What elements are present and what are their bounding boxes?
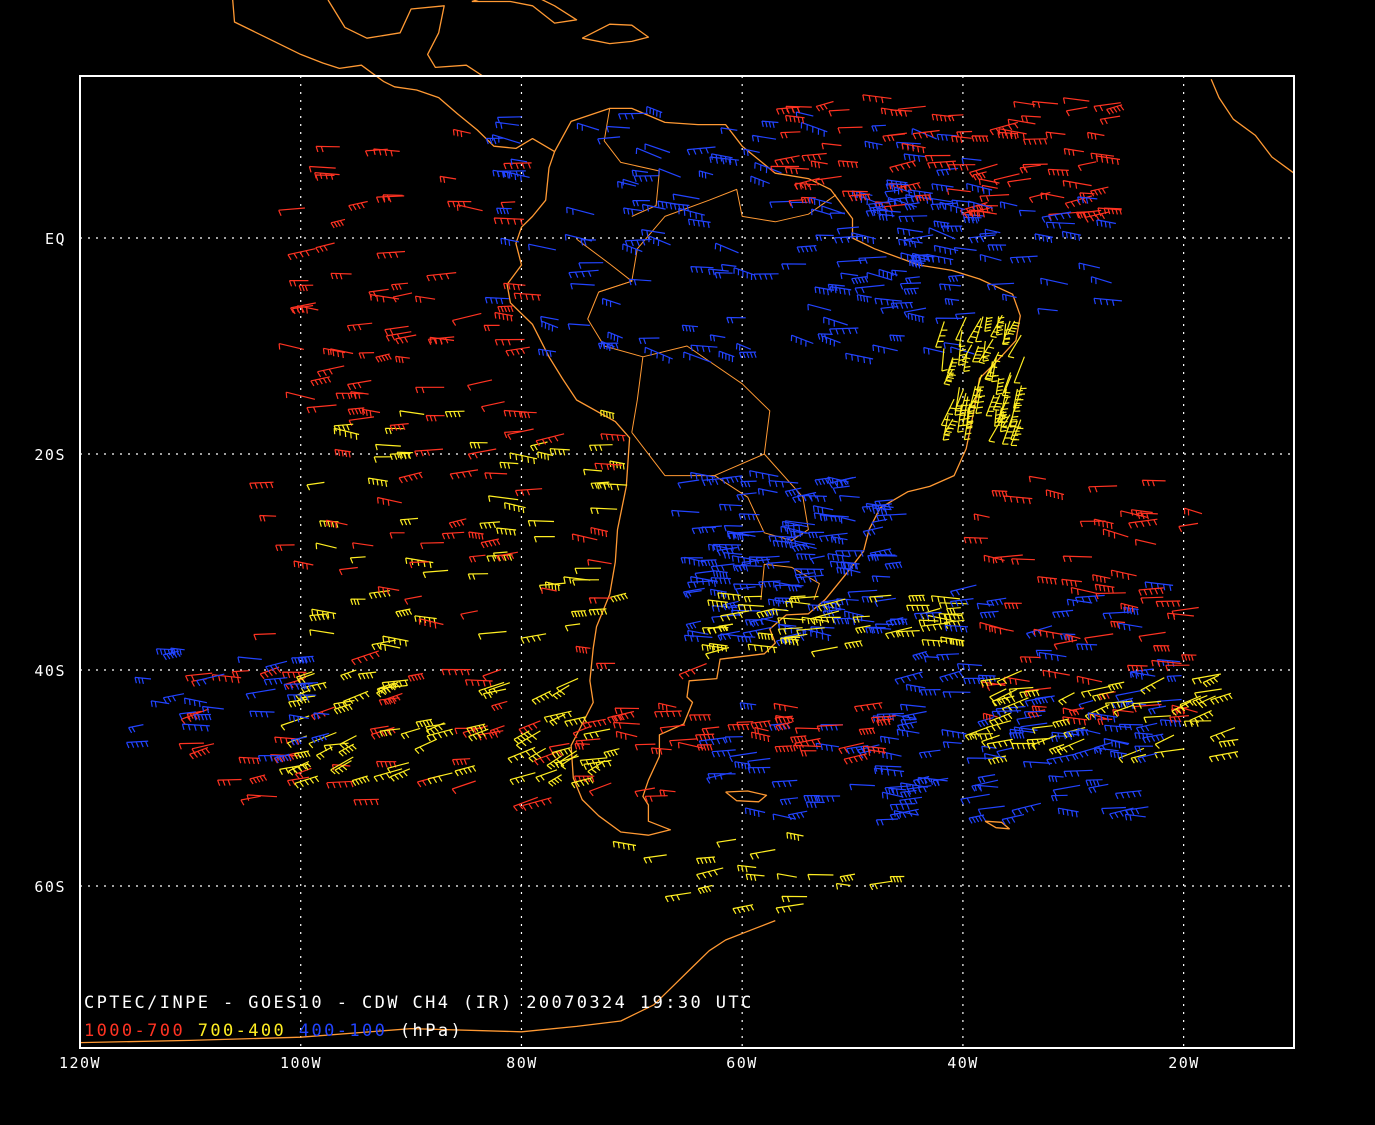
lon-label-40w: 40W [947,1054,979,1072]
legend-mid-range: 700-400 [197,1021,287,1041]
legend-low-range: 1000-700 [84,1021,186,1041]
lat-label-eq: EQ [44,230,66,248]
lon-label-100w: 100W [279,1054,323,1072]
pressure-legend: 1000-700 700-400 400-100 (hPa) [84,1021,463,1041]
legend-high-range: 400-100 [298,1021,388,1041]
lat-label-60s: 60S [34,878,66,896]
lon-label-120w: 120W [58,1054,102,1072]
wind-map-figure [0,0,1375,1125]
lat-label-40s: 40S [34,662,66,680]
legend-unit: (hPa) [399,1021,464,1041]
lon-label-60w: 60W [726,1054,758,1072]
lon-label-80w: 80W [506,1054,538,1072]
lat-label-20s: 20S [34,446,66,464]
map-title: CPTEC/INPE - GOES10 - CDW CH4 (IR) 20070… [84,993,754,1013]
lon-label-20w: 20W [1168,1054,1200,1072]
